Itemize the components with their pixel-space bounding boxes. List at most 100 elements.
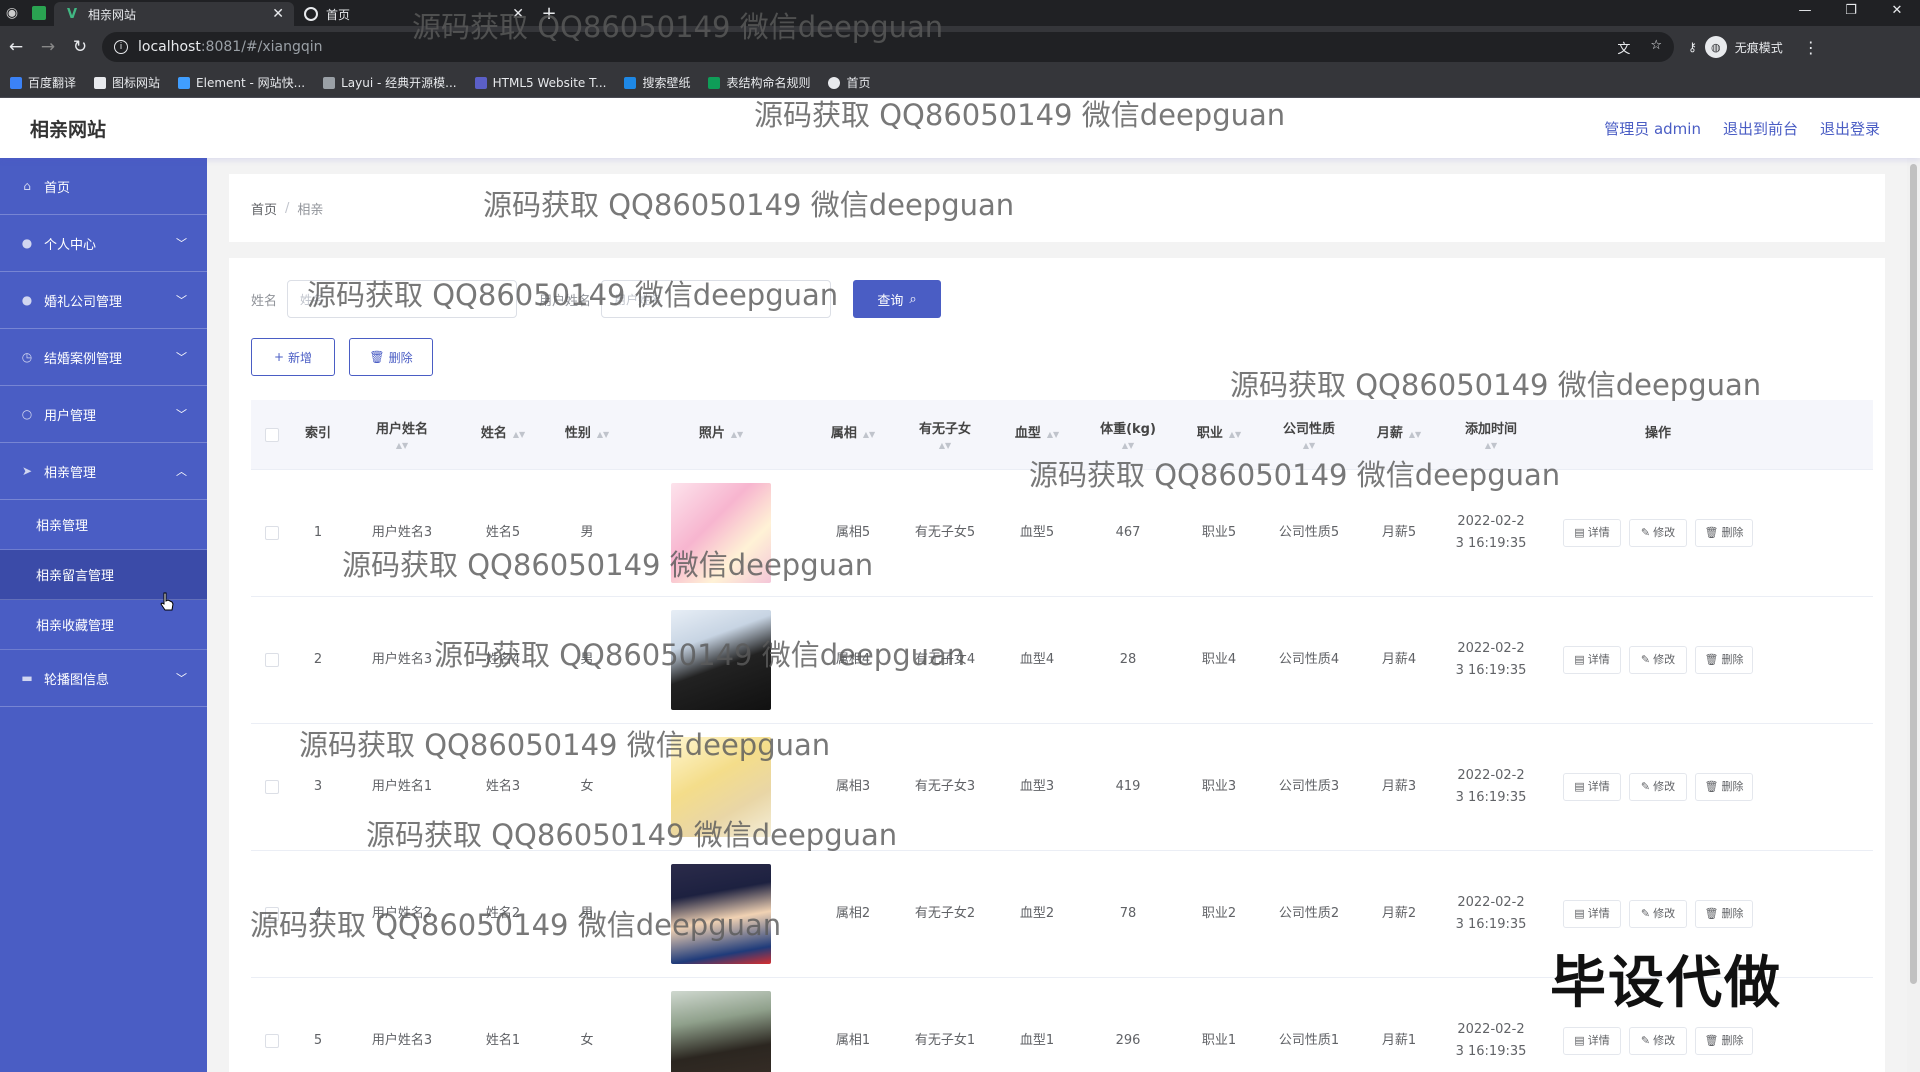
scrollbar-thumb[interactable] (1910, 164, 1917, 984)
user-icon: ● (21, 293, 33, 307)
browser-menu-icon[interactable]: ⋮ (1803, 38, 1819, 57)
delete-button[interactable]: 🗑 删除 (1695, 1027, 1753, 1055)
sidebar-item-users[interactable]: ○ 用户管理 ﹀ (0, 386, 207, 443)
image-icon: ▬ (21, 671, 33, 685)
delete-button[interactable]: 🗑 删除 (1695, 646, 1753, 674)
cell-company: 公司性质2 (1278, 905, 1340, 921)
sidebar-item-wedding-company[interactable]: ● 婚礼公司管理 ﹀ (0, 272, 207, 329)
detail-button[interactable]: ▤ 详情 (1563, 1027, 1621, 1055)
bookmark-star-icon[interactable]: ☆ (1650, 38, 1662, 57)
bookmark-item[interactable]: 首页 (828, 74, 871, 91)
bookmark-item[interactable]: 百度翻译 (10, 74, 76, 91)
cell-username: 用户姓名3 (371, 651, 433, 667)
name-input[interactable]: 姓名 (287, 280, 518, 318)
breadcrumb-home[interactable]: 首页 (251, 199, 277, 218)
delete-button[interactable]: 🗑 删除 (1695, 519, 1753, 547)
edit-button[interactable]: ✎ 修改 (1629, 773, 1687, 801)
reload-icon[interactable]: ↻ (64, 37, 96, 57)
tab-close-icon[interactable]: ✕ (272, 6, 284, 22)
header-children[interactable]: 有无子女 ▲▼ (893, 419, 997, 449)
translate-icon[interactable]: 文 (1617, 38, 1630, 57)
bookmark-item[interactable]: 图标网站 (94, 74, 160, 91)
detail-button[interactable]: ▤ 详情 (1563, 646, 1621, 674)
detail-button[interactable]: ▤ 详情 (1563, 773, 1621, 801)
cell-time: 2022-02-2 3 16:19:35 (1439, 765, 1543, 809)
bookmark-item[interactable]: Layui - 经典开源模... (323, 74, 457, 91)
close-window-icon[interactable]: ✕ (1874, 0, 1920, 26)
info-icon[interactable]: i (114, 40, 128, 54)
key-icon[interactable]: ⚷ (1688, 40, 1697, 54)
photo-thumbnail[interactable] (671, 610, 771, 710)
page-scrollbar[interactable] (1907, 158, 1920, 1072)
logout-link[interactable]: 退出登录 (1820, 118, 1880, 139)
photo-thumbnail[interactable] (671, 864, 771, 964)
header-salary[interactable]: 月薪 ▲▼ (1359, 423, 1439, 445)
sidebar-item-wedding-cases[interactable]: ◷ 结婚案例管理 ﹀ (0, 329, 207, 386)
photo-thumbnail[interactable] (671, 483, 771, 583)
bookmark-item[interactable]: 表结构命名规则 (708, 74, 810, 91)
browser-tab[interactable]: 首页 ✕ (294, 2, 534, 26)
sidebar-subitem-dating-messages[interactable]: 相亲留言管理 (0, 550, 207, 600)
header-blood[interactable]: 血型 ▲▼ (997, 423, 1077, 445)
search-button[interactable]: 查询 ⌕ (853, 280, 942, 318)
sort-icon: ▲▼ (730, 429, 744, 439)
sidebar-subitem-dating-favorites[interactable]: 相亲收藏管理 (0, 600, 207, 650)
delete-button[interactable]: 🗑 删除 (1695, 900, 1753, 928)
back-to-front-link[interactable]: 退出到前台 (1723, 118, 1798, 139)
detail-button[interactable]: ▤ 详情 (1563, 519, 1621, 547)
pinned-tab[interactable] (24, 0, 54, 26)
detail-button[interactable]: ▤ 详情 (1563, 900, 1621, 928)
select-all-checkbox[interactable] (265, 427, 279, 442)
header-time[interactable]: 添加时间 ▲▼ (1439, 419, 1543, 449)
sidebar-item-carousel[interactable]: ▬ 轮播图信息 ﹀ (0, 650, 207, 707)
header-gender[interactable]: 性别 ▲▼ (545, 423, 629, 445)
header-username[interactable]: 用户姓名 ▲▼ (343, 419, 461, 449)
forward-icon[interactable]: → (32, 37, 64, 57)
incognito-icon[interactable]: ◍ (1704, 36, 1727, 58)
new-tab-button[interactable]: + (534, 2, 564, 26)
add-button[interactable]: + 新增 (251, 338, 335, 376)
row-checkbox[interactable] (265, 653, 279, 667)
admin-user-link[interactable]: 管理员 admin (1604, 118, 1701, 139)
edit-button[interactable]: ✎ 修改 (1629, 646, 1687, 674)
name-label: 姓名 (251, 293, 278, 309)
sidebar-subitem-dating[interactable]: 相亲管理 (0, 500, 207, 550)
photo-thumbnail[interactable] (671, 737, 771, 837)
sidebar-item-dating[interactable]: ➤ 相亲管理 ︿ (0, 443, 207, 500)
op-label: 修改 (1653, 779, 1676, 793)
sidebar-item-profile[interactable]: ● 个人中心 ﹀ (0, 215, 207, 272)
bookmark-item[interactable]: Element - 网站快... (178, 74, 305, 91)
url-field[interactable]: i localhost:8081/#/xiangqin 文 ☆ (102, 32, 1674, 62)
chevron-down-icon: ﹀ (176, 408, 187, 421)
header-name[interactable]: 姓名 ▲▼ (461, 423, 545, 445)
op-label: 删除 (1721, 652, 1744, 666)
edit-button[interactable]: ✎ 修改 (1629, 1027, 1687, 1055)
browser-tab-active[interactable]: V 相亲网站 ✕ (54, 2, 294, 26)
sidebar-item-home[interactable]: ⌂ 首页 (0, 158, 207, 215)
edit-button[interactable]: ✎ 修改 (1629, 900, 1687, 928)
row-checkbox[interactable] (265, 907, 279, 921)
tab-close-icon[interactable]: ✕ (512, 6, 524, 22)
row-checkbox[interactable] (265, 1034, 279, 1048)
header-weight[interactable]: 体重(kg) ▲▼ (1077, 419, 1179, 449)
bookmark-item[interactable]: HTML5 Website T... (474, 76, 606, 90)
delete-button[interactable]: 🗑 删除 (1695, 773, 1753, 801)
header-job[interactable]: 职业 ▲▼ (1179, 423, 1259, 445)
photo-thumbnail[interactable] (671, 991, 771, 1072)
row-checkbox[interactable] (265, 526, 279, 540)
clock-icon: ◷ (21, 350, 33, 364)
minimize-icon[interactable]: — (1782, 0, 1828, 26)
bookmark-item[interactable]: 搜索壁纸 (624, 74, 690, 91)
header-photo[interactable]: 照片 ▲▼ (629, 423, 813, 445)
username-input[interactable]: 用户姓名 (601, 280, 832, 318)
header-label: 性别 (564, 426, 591, 442)
row-checkbox[interactable] (265, 780, 279, 794)
edit-button[interactable]: ✎ 修改 (1629, 519, 1687, 547)
element-icon (178, 76, 191, 89)
browser-profile-icon[interactable]: ◉ (0, 0, 24, 26)
header-zodiac[interactable]: 属相 ▲▼ (813, 423, 893, 445)
back-icon[interactable]: ← (0, 37, 32, 57)
header-company[interactable]: 公司性质 ▲▼ (1259, 419, 1359, 449)
batch-delete-button[interactable]: 🗑 删除 (349, 338, 433, 376)
restore-icon[interactable]: ❐ (1828, 0, 1874, 26)
